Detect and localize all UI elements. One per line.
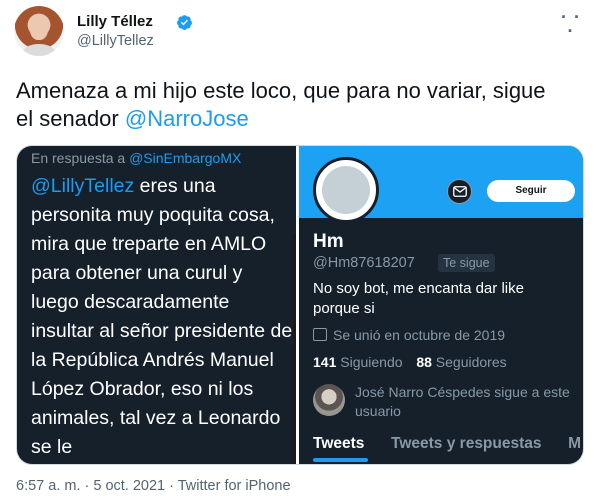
reply-screenshot[interactable]: En respuesta a @SinEmbargoMX @LillyTelle…: [17, 146, 296, 464]
calendar-icon: [313, 328, 327, 341]
tweet-text: Amenaza a mi hijo este loco, que para no…: [16, 77, 586, 133]
avatar-shirt: [23, 44, 55, 56]
profile-bio: No soy bot, me encanta dar like porque s…: [313, 280, 524, 317]
following-label: Siguiendo: [340, 354, 403, 370]
reply-to-mention: @SinEmbargoMX: [129, 150, 242, 166]
author-avatar[interactable]: [14, 6, 64, 56]
followers-count: 88: [416, 354, 432, 370]
media-attachment[interactable]: En respuesta a @SinEmbargoMX @LillyTelle…: [16, 145, 584, 465]
envelope-icon: [453, 186, 467, 197]
profile-name: Hm: [313, 231, 344, 252]
reply-body-mention: @LillyTellez: [31, 175, 135, 197]
verified-badge-icon: [177, 15, 192, 30]
default-avatar-icon: [322, 166, 370, 214]
tweet-mention-link[interactable]: @NarroJose: [125, 106, 249, 131]
following-count: 141: [313, 354, 337, 370]
author-name[interactable]: Lilly Téllez: [77, 13, 153, 30]
tab-tweets-replies: Tweets y respuestas: [391, 435, 542, 452]
tweet-text-line2: el senador: [16, 106, 125, 131]
tweet-timestamp[interactable]: 6:57 a. m. · 5 oct. 2021 · Twitter for i…: [16, 478, 291, 494]
tab-tweets: Tweets: [313, 435, 365, 452]
author-handle[interactable]: @LillyTellez: [77, 33, 154, 49]
message-icon: [447, 179, 472, 204]
reply-to-prefix: En respuesta a: [31, 150, 130, 166]
active-tab-indicator: [313, 458, 368, 462]
profile-tabs: Tweets Tweets y respuestas M: [313, 435, 581, 453]
joined-date: Se unió en octubre de 2019: [313, 327, 505, 343]
tab-media: M: [568, 435, 582, 452]
followed-by-avatar: [313, 384, 345, 416]
profile-screenshot[interactable]: Seguir Hm @Hm87618207 Te sigue No soy bo…: [299, 146, 583, 464]
reply-to-line: En respuesta a @SinEmbargoMX: [31, 150, 241, 166]
follow-stats: 141 Siguiendo 88 Seguidores: [313, 354, 507, 370]
reply-body-text: eres una personita muy poquita cosa, mir…: [31, 175, 293, 458]
more-options-icon[interactable]: · · ·: [559, 8, 583, 40]
follow-button: Seguir: [487, 180, 575, 202]
tweet-text-line1: Amenaza a mi hijo este loco, que para no…: [16, 78, 546, 103]
joined-text: Se unió en octubre de 2019: [333, 327, 506, 343]
scroll-indicator: [293, 234, 296, 464]
followers-label: Seguidores: [435, 354, 507, 370]
followed-by-text: José Narro Céspedes sigue a este usuario: [355, 384, 570, 419]
profile-handle: @Hm87618207: [313, 255, 415, 271]
reply-body: @LillyTellez eres una personita muy poqu…: [31, 172, 293, 462]
avatar-face: [30, 18, 48, 40]
follows-you-badge: Te sigue: [438, 254, 495, 272]
profile-avatar: [313, 157, 379, 223]
